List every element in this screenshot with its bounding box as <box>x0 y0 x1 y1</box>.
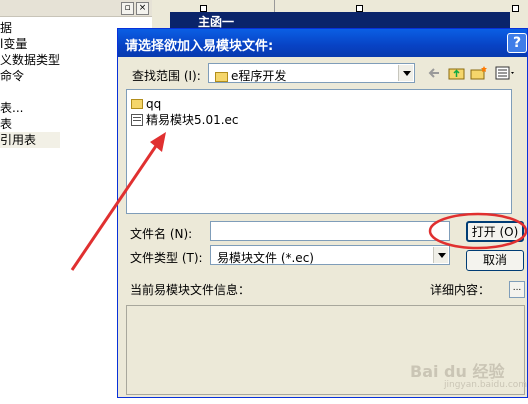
watermark-url: jingyan.baidu.com <box>444 380 528 390</box>
tree-item <box>0 84 60 100</box>
filename-label: 文件名 (N): <box>130 227 193 241</box>
open-module-dialog: 请选择欲加入易模块文件: ? 查找范围 (I): e程序开发 qq 精易模块5.… <box>117 28 528 398</box>
tree-item[interactable]: l变量 <box>0 36 60 52</box>
tree-item-selected[interactable]: 引用表 <box>0 132 61 148</box>
resize-handle[interactable] <box>512 5 519 12</box>
module-file-icon <box>131 113 143 126</box>
dialog-title-bar[interactable]: 请选择欲加入易模块文件: ? <box>118 29 527 57</box>
chevron-down-icon[interactable] <box>398 65 413 81</box>
folder-icon <box>215 71 228 82</box>
file-name: 精易模块5.01.ec <box>146 113 239 127</box>
look-in-label: 查找范围 (I): <box>132 69 201 83</box>
panel-restore-button[interactable]: ▫ <box>121 2 134 15</box>
view-menu-icon[interactable] <box>494 65 518 83</box>
code-editor-header: 主函一 <box>152 0 528 32</box>
editor-title: 主函一 <box>198 15 235 29</box>
list-item-module-file[interactable]: 精易模块5.01.ec <box>131 112 239 128</box>
dialog-title: 请选择欲加入易模块文件: <box>125 39 274 54</box>
filetype-dropdown[interactable]: 易模块文件 (*.ec) <box>210 245 450 265</box>
chevron-down-icon[interactable] <box>433 247 448 263</box>
resize-handle[interactable] <box>200 5 207 12</box>
filename-input[interactable] <box>210 221 450 241</box>
up-folder-icon[interactable] <box>448 65 466 83</box>
cancel-button[interactable]: 取消 <box>466 250 524 271</box>
detail-button[interactable]: ... <box>509 281 525 298</box>
resize-handle[interactable] <box>356 5 363 12</box>
panel-titlebar: ▫ × <box>0 0 152 17</box>
tree-item[interactable]: 义数据类型 <box>0 52 60 68</box>
detail-label: 详细内容： <box>430 283 491 297</box>
tree-item[interactable]: 表 <box>0 116 60 132</box>
look-in-value: e程序开发 <box>231 69 287 83</box>
list-item-folder[interactable]: qq <box>131 96 161 112</box>
baidu-watermark: Bai du 经验 jingyan.baidu.com <box>410 358 527 390</box>
tree-item[interactable]: 命令 <box>0 68 60 84</box>
open-button[interactable]: 打开 (O) <box>466 221 524 242</box>
project-tree: 据 l变量 义数据类型 命令 表... 表 引用表 <box>0 20 61 148</box>
file-list[interactable]: qq 精易模块5.01.ec <box>126 89 512 214</box>
look-in-dropdown[interactable]: e程序开发 <box>208 63 415 83</box>
new-folder-icon[interactable] <box>470 65 488 83</box>
tree-item[interactable]: 据 <box>0 20 60 36</box>
folder-icon <box>131 98 143 109</box>
tree-item[interactable]: 表... <box>0 100 60 116</box>
help-button[interactable]: ? <box>507 33 527 53</box>
panel-close-button[interactable]: × <box>136 2 149 15</box>
filetype-value: 易模块文件 (*.ec) <box>217 251 314 265</box>
filetype-label: 文件类型 (T): <box>130 251 203 265</box>
watermark-brand: Bai du 经验 <box>410 362 505 381</box>
module-info-label: 当前易模块文件信息： <box>130 283 251 297</box>
back-icon[interactable] <box>426 65 444 83</box>
file-name: qq <box>146 97 162 111</box>
